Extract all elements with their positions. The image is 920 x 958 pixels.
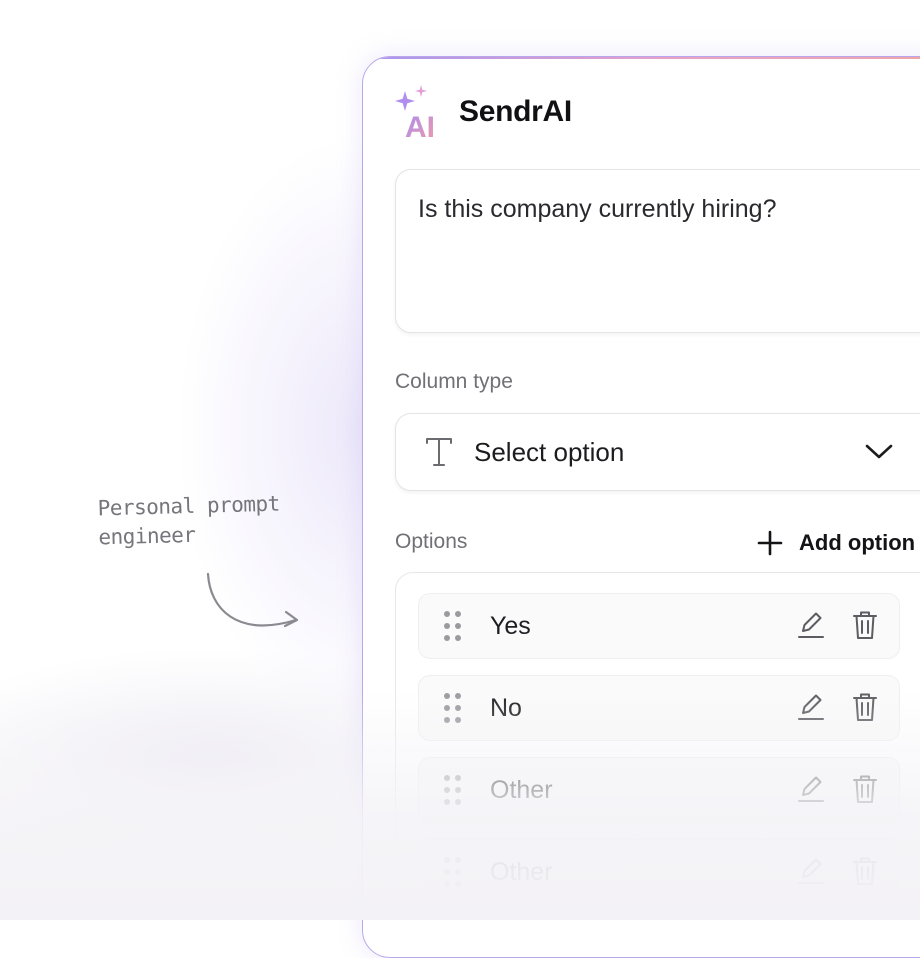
annotation-line-2: engineer bbox=[98, 522, 196, 550]
options-label: Options bbox=[395, 530, 468, 553]
option-row[interactable]: Other bbox=[418, 839, 900, 893]
option-row[interactable]: Other bbox=[418, 757, 900, 823]
option-label: No bbox=[490, 694, 522, 722]
options-list: Yes No Other Other bbox=[395, 572, 920, 894]
curved-arrow-icon bbox=[206, 572, 299, 628]
text-type-icon bbox=[426, 438, 452, 466]
trash-icon[interactable] bbox=[851, 691, 879, 723]
column-type-select[interactable]: Select option bbox=[395, 413, 920, 491]
option-label: Other bbox=[490, 776, 553, 804]
sparkle-icon: AI bbox=[395, 85, 435, 139]
ai-column-panel: AI SendrAI Is this company currently hir… bbox=[362, 56, 920, 958]
add-option-label: Add option bbox=[799, 530, 916, 555]
trash-icon[interactable] bbox=[851, 855, 879, 887]
annotation-line-1: Personal prompt bbox=[97, 491, 281, 521]
option-label: Other bbox=[490, 858, 553, 886]
option-row[interactable]: Yes bbox=[418, 593, 900, 659]
pencil-icon[interactable] bbox=[797, 610, 825, 640]
chevron-down-icon bbox=[865, 444, 893, 459]
card-accent-line bbox=[363, 57, 920, 59]
plus-icon bbox=[757, 530, 783, 556]
add-option-button[interactable]: Add option bbox=[757, 527, 915, 559]
app-title: SendrAI bbox=[459, 95, 572, 128]
drag-handle-icon[interactable] bbox=[443, 610, 463, 642]
drag-handle-icon[interactable] bbox=[443, 774, 463, 806]
drag-handle-icon[interactable] bbox=[443, 692, 463, 724]
pencil-icon[interactable] bbox=[797, 856, 825, 886]
logo-text: AI bbox=[405, 111, 435, 139]
trash-icon[interactable] bbox=[851, 609, 879, 641]
trash-icon[interactable] bbox=[851, 773, 879, 805]
pencil-icon[interactable] bbox=[797, 774, 825, 804]
drag-handle-icon[interactable] bbox=[443, 856, 463, 888]
pencil-icon[interactable] bbox=[797, 692, 825, 722]
column-type-value: Select option bbox=[474, 437, 625, 467]
option-label: Yes bbox=[490, 612, 531, 640]
column-type-label: Column type bbox=[395, 370, 513, 393]
annotation-note: Personal prompt engineer bbox=[97, 490, 281, 553]
prompt-input[interactable]: Is this company currently hiring? bbox=[395, 169, 920, 333]
prompt-text: Is this company currently hiring? bbox=[418, 195, 777, 223]
option-row[interactable]: No bbox=[418, 675, 900, 741]
